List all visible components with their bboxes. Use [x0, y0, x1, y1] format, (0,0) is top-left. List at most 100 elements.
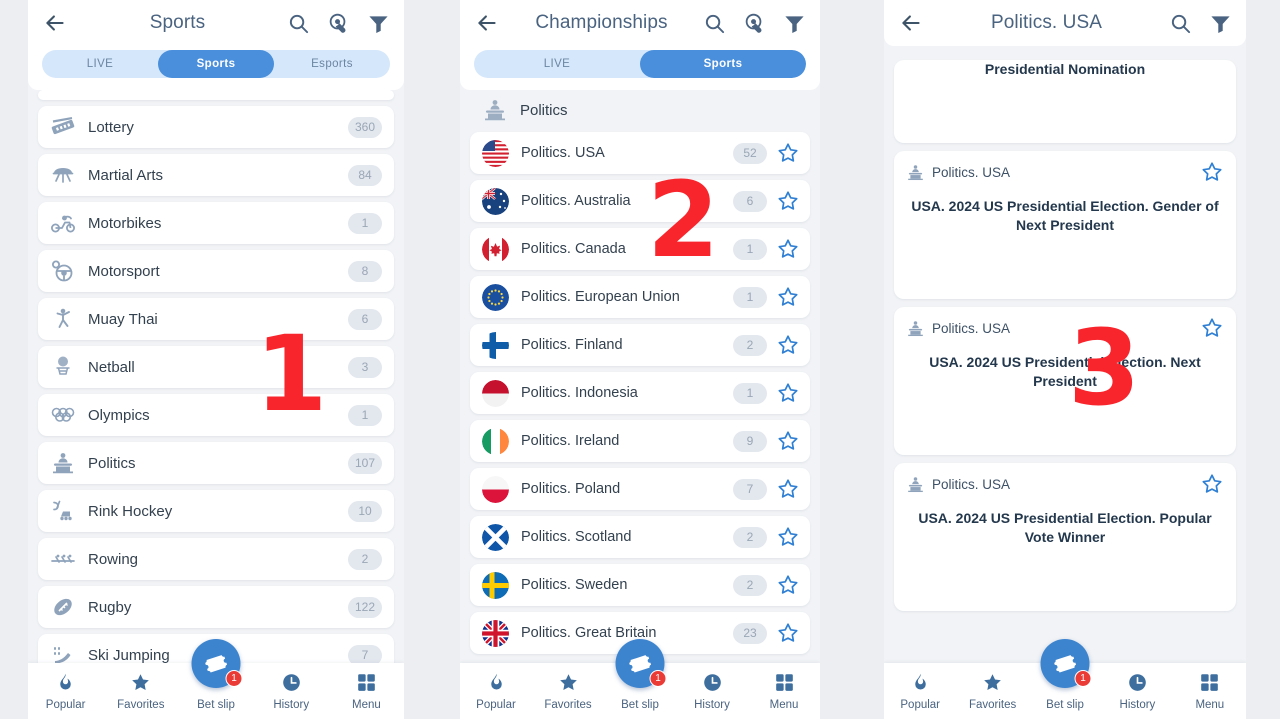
- favorite-star-icon[interactable]: [776, 573, 800, 597]
- nav-item-bet-slip[interactable]: Bet slip 1: [178, 639, 253, 711]
- event-card-partial[interactable]: Presidential Nomination: [894, 60, 1236, 143]
- nav-item-bet-slip[interactable]: Bet slip 1: [1029, 639, 1101, 711]
- back-arrow-icon[interactable]: [474, 10, 500, 36]
- clock-icon: [281, 672, 302, 693]
- favorite-star-icon[interactable]: [776, 285, 800, 309]
- list-item-politics-poland[interactable]: Politics. Poland 7: [470, 468, 810, 510]
- list-item-netball[interactable]: Netball 3: [38, 346, 394, 388]
- search-icon[interactable]: [287, 12, 310, 35]
- championships-list-scroll[interactable]: Politics Politics. USA 52 Politics. Aust…: [460, 90, 820, 663]
- search-icon[interactable]: [703, 12, 726, 35]
- event-category: Politics. USA: [932, 164, 1011, 180]
- nav-item-popular[interactable]: Popular: [28, 663, 103, 711]
- list-item-rowing[interactable]: Rowing 2: [38, 538, 394, 580]
- nav-label: History: [273, 699, 310, 711]
- list-item-politics[interactable]: Politics 107: [38, 442, 394, 484]
- nav-item-popular[interactable]: Popular: [460, 663, 532, 711]
- politics-icon: [906, 319, 925, 338]
- favorite-star-icon[interactable]: [1200, 472, 1224, 496]
- nav-item-favorites[interactable]: Favorites: [103, 663, 178, 711]
- bet-slip-fab[interactable]: 1: [191, 639, 243, 688]
- nav-item-menu[interactable]: Menu: [329, 663, 404, 711]
- tab-esports[interactable]: Esports: [274, 50, 390, 78]
- event-card[interactable]: Politics. USA USA. 2024 US Presidential …: [894, 151, 1236, 299]
- favorite-star-icon[interactable]: [776, 429, 800, 453]
- favorite-star-icon[interactable]: [776, 525, 800, 549]
- segmented-tabs: LIVE Sports Esports: [42, 50, 390, 78]
- sports-list-scroll[interactable]: Lottery 360 Martial Arts 84 Motorbikes 1: [28, 90, 404, 663]
- back-arrow-icon[interactable]: [42, 10, 68, 36]
- flame-icon: [486, 672, 507, 693]
- nav-item-favorites[interactable]: Favorites: [956, 663, 1028, 711]
- nav-item-menu[interactable]: Menu: [748, 663, 820, 711]
- list-item-label: Motorsport: [88, 262, 160, 280]
- count-badge: 1: [733, 238, 767, 260]
- back-arrow-icon[interactable]: [898, 10, 924, 36]
- list-item-motorsport[interactable]: Motorsport 8: [38, 250, 394, 292]
- list-item-politics-australia[interactable]: Politics. Australia 6: [470, 180, 810, 222]
- nav-item-bet-slip[interactable]: Bet slip 1: [604, 639, 676, 711]
- list-item-politics-usa[interactable]: Politics. USA 52: [470, 132, 810, 174]
- flag-sweden: [482, 571, 509, 599]
- list-item-muay-thai[interactable]: Muay Thai 6: [38, 298, 394, 340]
- list-item-politics-canada[interactable]: Politics. Canada 1: [470, 228, 810, 270]
- count-badge: 3: [348, 356, 382, 378]
- list-item-rugby[interactable]: Rugby 122: [38, 586, 394, 628]
- event-category: Politics. USA: [932, 476, 1011, 492]
- nav-item-history[interactable]: History: [676, 663, 748, 711]
- filter-icon[interactable]: [367, 12, 390, 35]
- favorite-star-icon[interactable]: [776, 477, 800, 501]
- favorite-star-icon[interactable]: [776, 237, 800, 261]
- tap-gesture-icon[interactable]: [743, 12, 766, 35]
- filter-icon[interactable]: [1209, 12, 1232, 35]
- nav-item-menu[interactable]: Menu: [1174, 663, 1246, 711]
- tab-sports[interactable]: Sports: [158, 50, 274, 78]
- tab-live[interactable]: LIVE: [42, 50, 158, 78]
- lottery-icon: [50, 114, 76, 140]
- events-list-scroll[interactable]: Presidential Nomination Politics. USA US…: [884, 46, 1246, 663]
- list-item-lottery[interactable]: Lottery 360: [38, 106, 394, 148]
- nav-item-history[interactable]: History: [254, 663, 329, 711]
- list-item-label: Politics. European Union: [521, 289, 680, 305]
- event-card[interactable]: Politics. USA USA. 2024 US Presidential …: [894, 307, 1236, 455]
- bottom-navigation: Popular Favorites Bet slip 1 History Men…: [884, 639, 1246, 719]
- list-item-rink-hockey[interactable]: Rink Hockey 10: [38, 490, 394, 532]
- flag-scotland: [482, 523, 509, 551]
- search-icon[interactable]: [1169, 12, 1192, 35]
- list-item-politics-european-union[interactable]: Politics. European Union 1: [470, 276, 810, 318]
- group-header-politics[interactable]: Politics: [470, 90, 810, 130]
- list-item-politics-scotland[interactable]: Politics. Scotland 2: [470, 516, 810, 558]
- bet-slip-fab[interactable]: 1: [1040, 639, 1092, 688]
- nav-item-history[interactable]: History: [1101, 663, 1173, 711]
- nav-label: Popular: [476, 699, 516, 711]
- list-item-motorbikes[interactable]: Motorbikes 1: [38, 202, 394, 244]
- list-item-politics-indonesia[interactable]: Politics. Indonesia 1: [470, 372, 810, 414]
- tab-sports[interactable]: Sports: [640, 50, 806, 78]
- list-item-partial[interactable]: [38, 90, 394, 100]
- favorite-star-icon[interactable]: [1200, 160, 1224, 184]
- list-item-politics-sweden[interactable]: Politics. Sweden 2: [470, 564, 810, 606]
- list-item-label: Politics. Poland: [521, 481, 621, 497]
- list-item-martial-arts[interactable]: Martial Arts 84: [38, 154, 394, 196]
- favorite-star-icon[interactable]: [776, 333, 800, 357]
- favorite-star-icon[interactable]: [776, 189, 800, 213]
- nav-item-favorites[interactable]: Favorites: [532, 663, 604, 711]
- list-item-politics-finland[interactable]: Politics. Finland 2: [470, 324, 810, 366]
- list-item-label: Politics. Great Britain: [521, 625, 657, 641]
- bet-slip-fab[interactable]: 1: [615, 639, 667, 688]
- list-item-politics-ireland[interactable]: Politics. Ireland 9: [470, 420, 810, 462]
- favorite-star-icon[interactable]: [1200, 316, 1224, 340]
- list-item-olympics[interactable]: Olympics 1: [38, 394, 394, 436]
- filter-icon[interactable]: [783, 12, 806, 35]
- header-top-bar: Politics. USA: [884, 0, 1246, 46]
- count-badge: 7: [348, 644, 382, 663]
- count-badge: 9: [733, 430, 767, 452]
- nav-label: Popular: [900, 699, 941, 711]
- tab-live[interactable]: LIVE: [474, 50, 640, 78]
- event-card[interactable]: Politics. USA USA. 2024 US Presidential …: [894, 463, 1236, 611]
- favorite-star-icon[interactable]: [776, 141, 800, 165]
- favorite-star-icon[interactable]: [776, 381, 800, 405]
- tap-gesture-icon[interactable]: [327, 12, 350, 35]
- nav-item-popular[interactable]: Popular: [884, 663, 956, 711]
- favorite-star-icon[interactable]: [776, 621, 800, 645]
